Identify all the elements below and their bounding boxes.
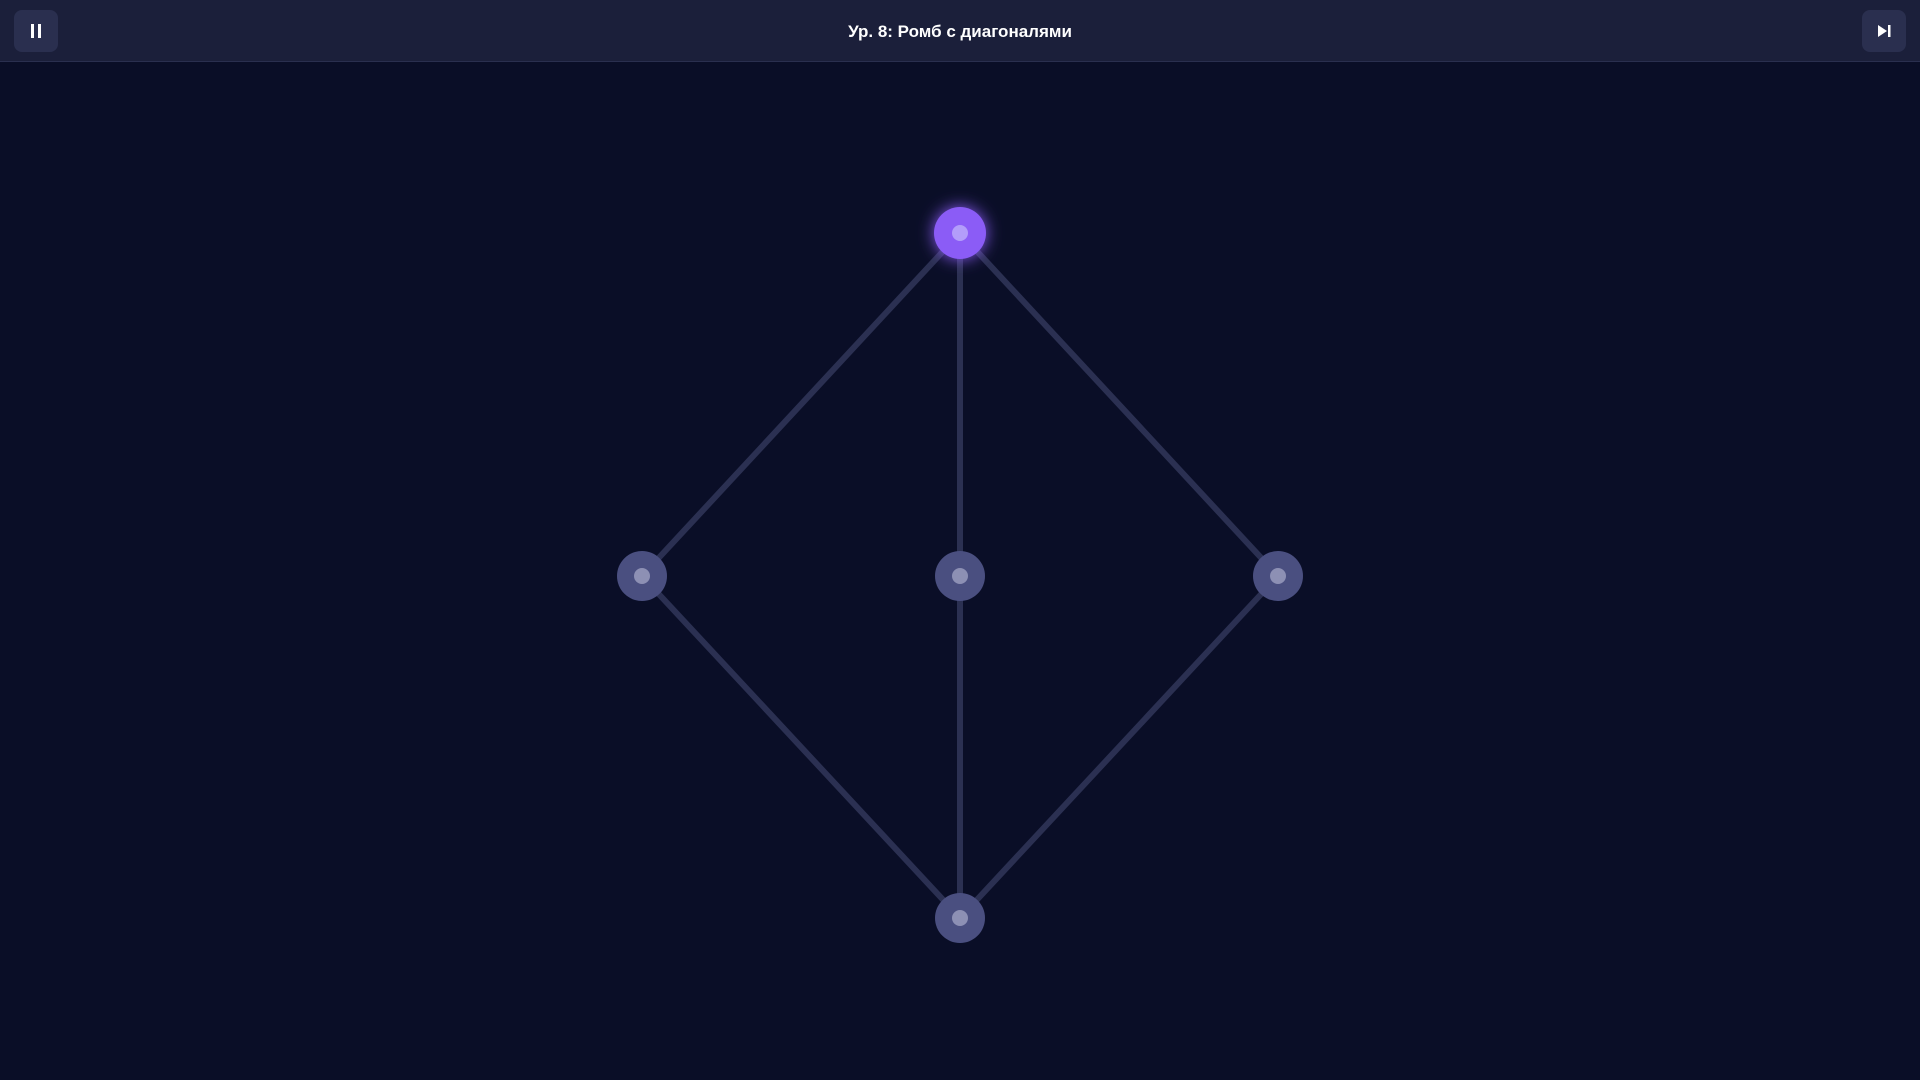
skip-level-button[interactable] xyxy=(1862,10,1906,52)
node-core xyxy=(952,910,968,926)
node-top[interactable] xyxy=(934,207,986,259)
level-title: Ур. 8: Ромб с диагоналями xyxy=(848,22,1072,41)
edge-right-bottom xyxy=(957,573,1281,921)
puzzle-graph xyxy=(617,207,1303,943)
edge-top-left xyxy=(639,230,963,579)
node-core xyxy=(952,225,968,241)
top-bar: Ур. 8: Ромб с диагоналями xyxy=(0,0,1920,62)
puzzle-board xyxy=(0,62,1920,1080)
node-core xyxy=(952,568,968,584)
node-bottom[interactable] xyxy=(935,893,985,943)
node-core xyxy=(1270,568,1286,584)
node-center[interactable] xyxy=(935,551,985,601)
edge-left-bottom xyxy=(639,573,963,921)
node-core xyxy=(634,568,650,584)
node-left[interactable] xyxy=(617,551,667,601)
node-right[interactable] xyxy=(1253,551,1303,601)
skip-next-icon xyxy=(1878,25,1891,37)
edge-top-right xyxy=(957,230,1281,579)
